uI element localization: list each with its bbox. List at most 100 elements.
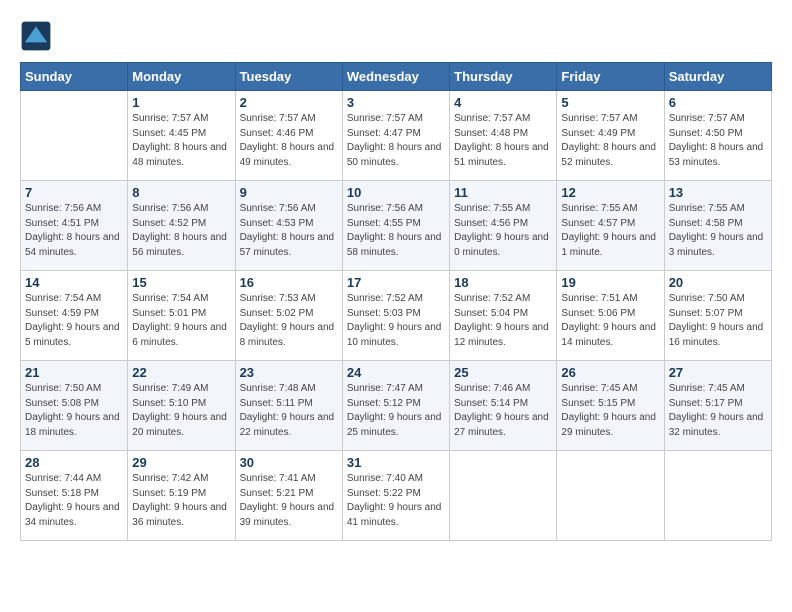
day-info: Sunrise: 7:41 AMSunset: 5:21 PMDaylight:… — [240, 472, 338, 530]
day-info: Sunrise: 7:55 AMSunset: 4:58 PMDaylight:… — [669, 202, 767, 260]
day-number: 31 — [347, 455, 445, 470]
day-cell: 28 Sunrise: 7:44 AMSunset: 5:18 PMDayligh… — [21, 451, 128, 541]
day-cell: 27 Sunrise: 7:45 AMSunset: 5:17 PMDayligh… — [664, 361, 771, 451]
day-cell — [664, 451, 771, 541]
day-number: 10 — [347, 185, 445, 200]
day-number: 21 — [25, 365, 123, 380]
day-number: 30 — [240, 455, 338, 470]
day-number: 26 — [561, 365, 659, 380]
day-info: Sunrise: 7:45 AMSunset: 5:17 PMDaylight:… — [669, 382, 767, 440]
col-header-tuesday: Tuesday — [235, 63, 342, 91]
day-info: Sunrise: 7:46 AMSunset: 5:14 PMDaylight:… — [454, 382, 552, 440]
day-number: 13 — [669, 185, 767, 200]
day-number: 1 — [132, 95, 230, 110]
day-info: Sunrise: 7:54 AMSunset: 4:59 PMDaylight:… — [25, 292, 123, 350]
week-row-1: 1Sunrise: 7:57 AMSunset: 4:45 PMDaylight… — [21, 91, 772, 181]
day-cell: 18 Sunrise: 7:52 AMSunset: 5:04 PMDayligh… — [450, 271, 557, 361]
col-header-thursday: Thursday — [450, 63, 557, 91]
day-info: Sunrise: 7:52 AMSunset: 5:04 PMDaylight:… — [454, 292, 552, 350]
day-info: Sunrise: 7:56 AMSunset: 4:51 PMDaylight:… — [25, 202, 123, 260]
day-info: Sunrise: 7:57 AMSunset: 4:50 PMDaylight:… — [669, 112, 767, 170]
day-cell: 6 Sunrise: 7:57 AMSunset: 4:50 PMDaylight… — [664, 91, 771, 181]
day-number: 8 — [132, 185, 230, 200]
day-number: 16 — [240, 275, 338, 290]
day-cell: 20Sunrise: 7:50 AMSunset: 5:07 PMDayligh… — [664, 271, 771, 361]
day-number: 24 — [347, 365, 445, 380]
day-info: Sunrise: 7:50 AMSunset: 5:07 PMDaylight:… — [669, 292, 767, 350]
day-info: Sunrise: 7:45 AMSunset: 5:15 PMDaylight:… — [561, 382, 659, 440]
day-info: Sunrise: 7:52 AMSunset: 5:03 PMDaylight:… — [347, 292, 445, 350]
day-info: Sunrise: 7:54 AMSunset: 5:01 PMDaylight:… — [132, 292, 230, 350]
week-row-5: 28 Sunrise: 7:44 AMSunset: 5:18 PMDayligh… — [21, 451, 772, 541]
col-header-saturday: Saturday — [664, 63, 771, 91]
day-info: Sunrise: 7:40 AMSunset: 5:22 PMDaylight:… — [347, 472, 445, 530]
day-number: 29 — [132, 455, 230, 470]
day-cell — [21, 91, 128, 181]
day-cell: 14 Sunrise: 7:54 AMSunset: 4:59 PMDayligh… — [21, 271, 128, 361]
day-number: 23 — [240, 365, 338, 380]
col-header-wednesday: Wednesday — [342, 63, 449, 91]
day-cell: 30 Sunrise: 7:41 AMSunset: 5:21 PMDayligh… — [235, 451, 342, 541]
day-cell: 31 Sunrise: 7:40 AMSunset: 5:22 PMDayligh… — [342, 451, 449, 541]
day-number: 5 — [561, 95, 659, 110]
logo — [20, 20, 56, 52]
day-cell: 23 Sunrise: 7:48 AMSunset: 5:11 PMDayligh… — [235, 361, 342, 451]
day-number: 14 — [25, 275, 123, 290]
day-info: Sunrise: 7:55 AMSunset: 4:57 PMDaylight:… — [561, 202, 659, 260]
week-row-4: 21 Sunrise: 7:50 AMSunset: 5:08 PMDayligh… — [21, 361, 772, 451]
col-header-friday: Friday — [557, 63, 664, 91]
day-cell: 17 Sunrise: 7:52 AMSunset: 5:03 PMDayligh… — [342, 271, 449, 361]
day-cell: 9 Sunrise: 7:56 AMSunset: 4:53 PMDaylight… — [235, 181, 342, 271]
day-cell: 19Sunrise: 7:51 AMSunset: 5:06 PMDayligh… — [557, 271, 664, 361]
day-cell: 4 Sunrise: 7:57 AMSunset: 4:48 PMDaylight… — [450, 91, 557, 181]
day-number: 9 — [240, 185, 338, 200]
col-header-sunday: Sunday — [21, 63, 128, 91]
day-info: Sunrise: 7:42 AMSunset: 5:19 PMDaylight:… — [132, 472, 230, 530]
day-cell: 2Sunrise: 7:57 AMSunset: 4:46 PMDaylight… — [235, 91, 342, 181]
day-number: 22 — [132, 365, 230, 380]
day-cell: 29 Sunrise: 7:42 AMSunset: 5:19 PMDayligh… — [128, 451, 235, 541]
day-cell: 22 Sunrise: 7:49 AMSunset: 5:10 PMDayligh… — [128, 361, 235, 451]
day-cell: 10 Sunrise: 7:56 AMSunset: 4:55 PMDayligh… — [342, 181, 449, 271]
day-info: Sunrise: 7:47 AMSunset: 5:12 PMDaylight:… — [347, 382, 445, 440]
day-cell: 25 Sunrise: 7:46 AMSunset: 5:14 PMDayligh… — [450, 361, 557, 451]
calendar-header-row: SundayMondayTuesdayWednesdayThursdayFrid… — [21, 63, 772, 91]
week-row-3: 14 Sunrise: 7:54 AMSunset: 4:59 PMDayligh… — [21, 271, 772, 361]
day-info: Sunrise: 7:57 AMSunset: 4:48 PMDaylight:… — [454, 112, 552, 170]
day-cell: 11 Sunrise: 7:55 AMSunset: 4:56 PMDayligh… — [450, 181, 557, 271]
logo-icon — [20, 20, 52, 52]
day-cell: 7Sunrise: 7:56 AMSunset: 4:51 PMDaylight… — [21, 181, 128, 271]
day-cell: 24 Sunrise: 7:47 AMSunset: 5:12 PMDayligh… — [342, 361, 449, 451]
day-info: Sunrise: 7:53 AMSunset: 5:02 PMDaylight:… — [240, 292, 338, 350]
day-number: 17 — [347, 275, 445, 290]
day-info: Sunrise: 7:50 AMSunset: 5:08 PMDaylight:… — [25, 382, 123, 440]
calendar-table: SundayMondayTuesdayWednesdayThursdayFrid… — [20, 62, 772, 541]
page-header — [20, 20, 772, 52]
day-cell: 26 Sunrise: 7:45 AMSunset: 5:15 PMDayligh… — [557, 361, 664, 451]
day-info: Sunrise: 7:49 AMSunset: 5:10 PMDaylight:… — [132, 382, 230, 440]
day-number: 3 — [347, 95, 445, 110]
day-number: 25 — [454, 365, 552, 380]
day-number: 11 — [454, 185, 552, 200]
day-info: Sunrise: 7:56 AMSunset: 4:55 PMDaylight:… — [347, 202, 445, 260]
day-cell: 5 Sunrise: 7:57 AMSunset: 4:49 PMDaylight… — [557, 91, 664, 181]
day-info: Sunrise: 7:48 AMSunset: 5:11 PMDaylight:… — [240, 382, 338, 440]
day-number: 28 — [25, 455, 123, 470]
day-info: Sunrise: 7:57 AMSunset: 4:49 PMDaylight:… — [561, 112, 659, 170]
day-cell: 3Sunrise: 7:57 AMSunset: 4:47 PMDaylight… — [342, 91, 449, 181]
day-info: Sunrise: 7:55 AMSunset: 4:56 PMDaylight:… — [454, 202, 552, 260]
day-info: Sunrise: 7:44 AMSunset: 5:18 PMDaylight:… — [25, 472, 123, 530]
day-number: 27 — [669, 365, 767, 380]
day-cell: 12Sunrise: 7:55 AMSunset: 4:57 PMDayligh… — [557, 181, 664, 271]
day-info: Sunrise: 7:51 AMSunset: 5:06 PMDaylight:… — [561, 292, 659, 350]
day-cell — [450, 451, 557, 541]
day-cell: 8Sunrise: 7:56 AMSunset: 4:52 PMDaylight… — [128, 181, 235, 271]
day-cell: 21 Sunrise: 7:50 AMSunset: 5:08 PMDayligh… — [21, 361, 128, 451]
day-cell — [557, 451, 664, 541]
day-info: Sunrise: 7:56 AMSunset: 4:53 PMDaylight:… — [240, 202, 338, 260]
day-number: 18 — [454, 275, 552, 290]
day-number: 15 — [132, 275, 230, 290]
day-number: 6 — [669, 95, 767, 110]
day-number: 4 — [454, 95, 552, 110]
week-row-2: 7Sunrise: 7:56 AMSunset: 4:51 PMDaylight… — [21, 181, 772, 271]
